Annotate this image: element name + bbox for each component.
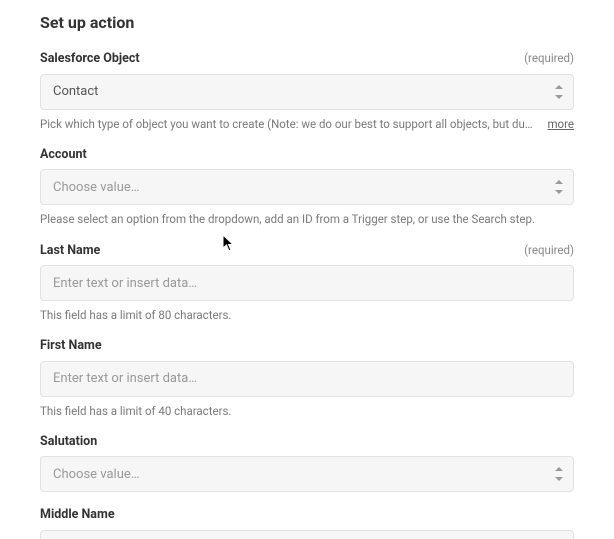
select-salesforce-object[interactable] xyxy=(40,74,574,110)
label-first-name: First Name xyxy=(40,337,102,355)
field-last-name: Last Name (required) This field has a li… xyxy=(40,242,574,324)
field-salesforce-object: Salesforce Object (required) Pick which … xyxy=(40,50,574,132)
setup-action-panel: Set up action Salesforce Object (require… xyxy=(0,0,614,539)
input-first-name[interactable] xyxy=(40,361,574,397)
required-badge: (required) xyxy=(524,50,574,66)
field-salutation: Salutation xyxy=(40,433,574,493)
helper-first-name: This field has a limit of 40 characters. xyxy=(40,403,574,419)
input-last-name[interactable] xyxy=(40,265,574,301)
label-salutation: Salutation xyxy=(40,433,97,451)
field-first-name: First Name This field has a limit of 40 … xyxy=(40,337,574,419)
label-last-name: Last Name xyxy=(40,242,100,260)
field-account: Account Please select an option from the… xyxy=(40,146,574,228)
label-salesforce-object: Salesforce Object xyxy=(40,50,140,68)
helper-account: Please select an option from the dropdow… xyxy=(40,211,574,227)
label-middle-name: Middle Name xyxy=(40,506,115,524)
helper-salesforce-object: Pick which type of object you want to cr… xyxy=(40,116,537,132)
select-salutation[interactable] xyxy=(40,456,574,492)
label-account: Account xyxy=(40,146,87,164)
select-account[interactable] xyxy=(40,169,574,205)
page-title: Set up action xyxy=(40,12,574,34)
required-badge: (required) xyxy=(524,242,574,258)
input-middle-name[interactable] xyxy=(40,530,574,539)
field-middle-name: Middle Name This field has a limit of 40… xyxy=(40,506,574,539)
more-link[interactable]: more xyxy=(547,116,574,132)
helper-last-name: This field has a limit of 80 characters. xyxy=(40,307,574,323)
